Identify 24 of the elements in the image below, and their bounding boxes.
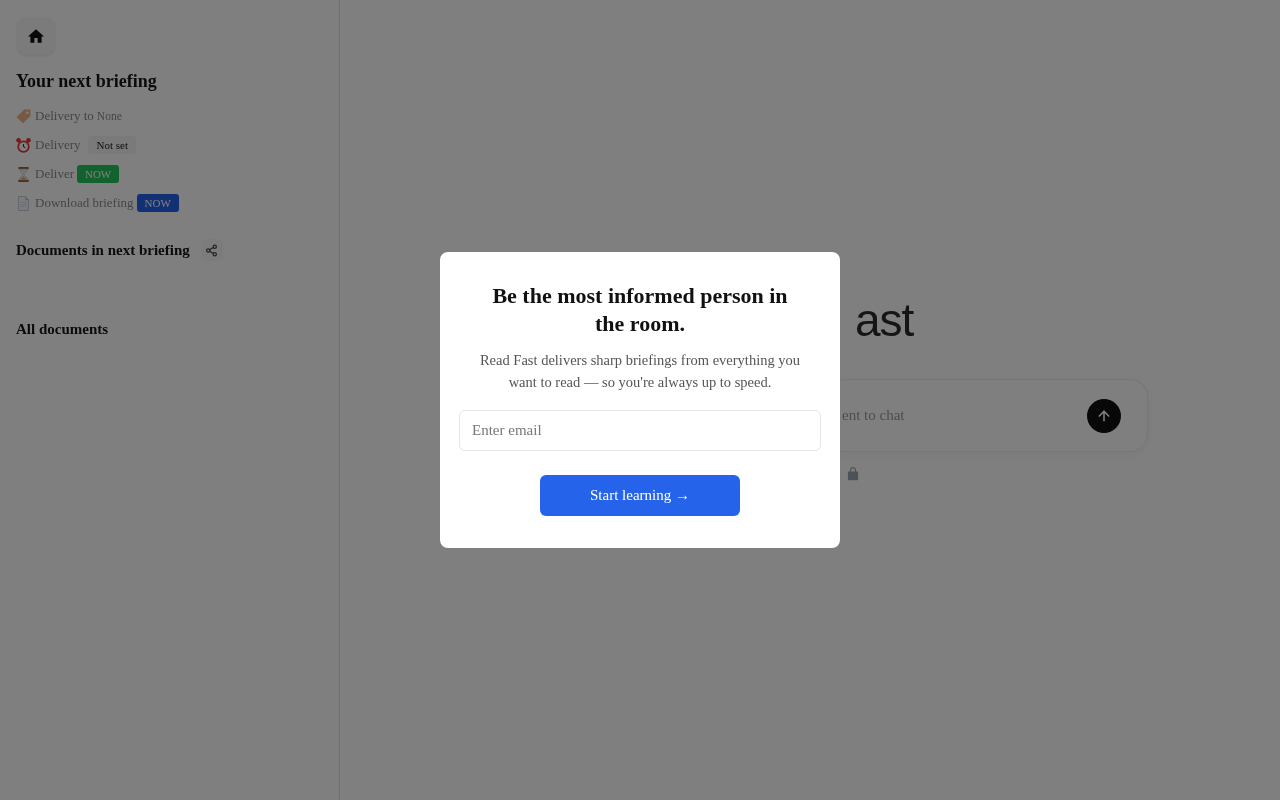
section-heading: All documents [16, 320, 109, 339]
home-icon [28, 29, 44, 43]
status-badge: NOW [136, 194, 179, 212]
share-icon [205, 243, 219, 257]
section-heading: Documents in next briefing [16, 241, 190, 260]
tag-icon [16, 108, 31, 124]
home-button[interactable] [18, 18, 54, 54]
briefing-item-label: Delivery [35, 137, 81, 153]
send-button[interactable] [1087, 398, 1121, 433]
document-icon [16, 195, 31, 211]
email-input[interactable]: Enter email [459, 410, 821, 451]
status-badge: Not set [88, 136, 136, 154]
start-button[interactable]: Start learning → [540, 475, 740, 516]
hourglass-icon [16, 166, 31, 182]
briefing-item-label: Download briefing [35, 195, 134, 211]
briefing-item-label: Deliver [35, 166, 74, 182]
alarm-clock-icon [16, 137, 31, 153]
delivery-value: None [96, 110, 122, 122]
lock-icon [847, 467, 859, 481]
sidebar-heading: Your next briefing [16, 70, 157, 93]
logo-text: ast [855, 297, 914, 343]
dialog-description: Read Fast delivers sharp briefings from everything you want to read — so you're always up to speed. [478, 351, 802, 392]
dialog-title: Be the most informed person in the room. [491, 282, 789, 338]
status-badge: NOW [77, 165, 120, 183]
